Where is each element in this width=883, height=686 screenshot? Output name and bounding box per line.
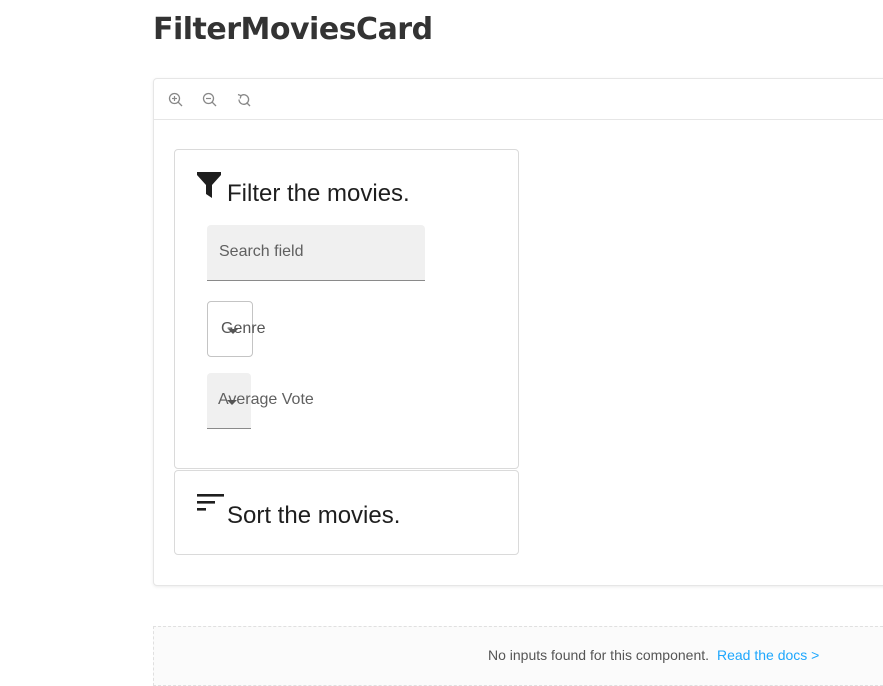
average-vote-select[interactable]: Average Vote xyxy=(207,373,314,429)
filter-card-title: Filter the movies. xyxy=(227,180,410,207)
chevron-down-icon xyxy=(228,329,238,334)
read-docs-link[interactable]: Read the docs > xyxy=(717,647,819,663)
zoom-out-icon xyxy=(202,92,216,106)
reset-zoom-button[interactable] xyxy=(234,90,252,108)
sort-movies-card: Sort the movies. xyxy=(174,470,519,555)
sort-icon xyxy=(197,494,224,511)
search-input[interactable]: Search field xyxy=(207,225,425,281)
filter-movies-card: Filter the movies. Search field Genre Av… xyxy=(174,149,519,469)
filter-icon xyxy=(197,172,221,198)
reset-zoom-icon xyxy=(237,93,250,106)
zoom-in-button[interactable] xyxy=(166,90,184,108)
search-field-label: Search field xyxy=(219,243,304,260)
component-preview: Filter the movies. Search field Genre Av… xyxy=(153,78,883,586)
preview-toolbar xyxy=(154,79,883,120)
zoom-out-button[interactable] xyxy=(200,90,218,108)
page-title: FilterMoviesCard xyxy=(153,12,433,47)
sort-card-title: Sort the movies. xyxy=(227,502,401,529)
genre-select[interactable]: Genre xyxy=(207,301,265,357)
chevron-down-icon xyxy=(227,400,237,405)
zoom-in-icon xyxy=(168,92,182,106)
no-inputs-message: No inputs found for this component. xyxy=(488,647,710,663)
docs-panel: No inputs found for this component. Read… xyxy=(153,626,883,686)
